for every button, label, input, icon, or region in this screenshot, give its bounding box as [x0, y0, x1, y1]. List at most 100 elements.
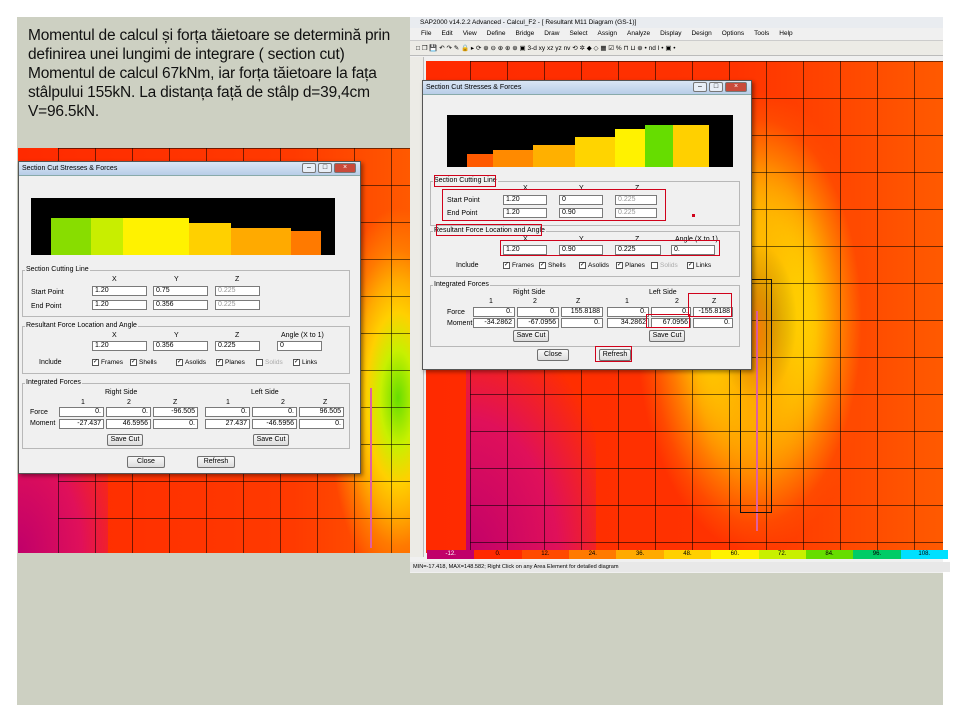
angle-label: Angle (X to 1) — [281, 332, 324, 339]
frames-checkbox[interactable]: ✓ Frames — [503, 262, 534, 269]
col-y-label: Y — [174, 276, 179, 283]
moment-left-1: 34.2862 — [607, 318, 649, 328]
start-y-field[interactable]: 0.75 — [153, 286, 208, 296]
section-cut-dialog-left: Section Cut Stresses & Forces – □ × Sectio… — [18, 161, 361, 474]
color-legend: -12. 0. 12. 24. 36. 48. 60. 72. 84. 96. 108. — [427, 550, 948, 559]
save-cut-right-button[interactable]: Save Cut — [107, 434, 143, 446]
menu-design[interactable]: Design — [686, 28, 716, 40]
menu-analyze[interactable]: Analyze — [622, 28, 655, 40]
moment-left-z: 0. — [693, 318, 733, 328]
caption-line-5: V=96.5kN. — [28, 103, 100, 120]
menu-assign[interactable]: Assign — [593, 28, 623, 40]
end-z-field: 0.225 — [215, 300, 260, 310]
menu-display[interactable]: Display — [655, 28, 686, 40]
sap-toolbar[interactable]: □ ❐ 💾 ↶ ↷ ✎ 🔒 ▸ ⟳ ⊕ ⊖ ⊕ ⊕ ⊕ ▣ 3-d xy xz … — [410, 40, 943, 56]
moment-left-2: -46.5956 — [252, 419, 297, 429]
refresh-button[interactable]: Refresh — [197, 456, 235, 468]
force-left-1: 0. — [205, 407, 250, 417]
menu-options[interactable]: Options — [717, 28, 749, 40]
maximize-icon[interactable]: □ — [709, 82, 723, 92]
shells-checkbox[interactable]: ✓ Shells — [130, 359, 157, 366]
minimize-icon[interactable]: – — [693, 82, 707, 92]
dialog-title-bar[interactable]: Section Cut Stresses & Forces – □ × — [19, 162, 360, 176]
slide-caption: Momentul de calcul și forța tăietoare se… — [28, 26, 403, 121]
highlight-resultant-title — [436, 224, 542, 236]
force-right-1: 0. — [59, 407, 104, 417]
legend-swatch: 48. — [663, 550, 712, 559]
moment-left-z: 0. — [299, 419, 344, 429]
angle-field[interactable]: 0 — [277, 341, 322, 351]
close-button[interactable]: Close — [127, 456, 165, 468]
legend-swatch: 12. — [521, 550, 570, 559]
close-icon[interactable]: × — [725, 82, 747, 92]
legend-swatch: 60. — [711, 550, 759, 559]
start-z-field: 0.225 — [215, 286, 260, 296]
frames-checkbox[interactable]: ✓ Frames — [92, 359, 123, 366]
section-preview — [447, 115, 733, 167]
menu-edit[interactable]: Edit — [436, 28, 457, 40]
asolids-checkbox[interactable]: ✓ Asolids — [579, 262, 609, 269]
solids-checkbox: Solids — [651, 262, 678, 269]
menu-help[interactable]: Help — [774, 28, 797, 40]
moment-left-1: 27.437 — [205, 419, 250, 429]
end-x-field[interactable]: 1.20 — [92, 300, 147, 310]
force-right-z: 155.8188 — [561, 307, 603, 317]
maximize-icon[interactable]: □ — [318, 163, 332, 173]
loc-y-field[interactable]: 0.356 — [153, 341, 208, 351]
section-preview — [31, 198, 335, 255]
menu-file[interactable]: File — [416, 28, 436, 40]
minimize-icon[interactable]: – — [302, 163, 316, 173]
legend-swatch: 72. — [758, 550, 806, 559]
status-bar: MIN=-17.418, MAX=148.582; Right Click on… — [410, 562, 950, 572]
shells-checkbox[interactable]: ✓ Shells — [539, 262, 566, 269]
moment-right-z: 0. — [153, 419, 198, 429]
asolids-checkbox[interactable]: ✓ Asolids — [176, 359, 206, 366]
planes-checkbox[interactable]: ✓ Planes — [616, 262, 645, 269]
menu-define[interactable]: Define — [482, 28, 511, 40]
moment-right-1: -34.2862 — [473, 318, 515, 328]
links-checkbox[interactable]: ✓ Links — [687, 262, 711, 269]
close-button[interactable]: Close — [537, 349, 569, 361]
links-checkbox[interactable]: ✓ Links — [293, 359, 317, 366]
moment-label: Moment — [30, 420, 56, 427]
highlight-moment-67 — [646, 314, 690, 328]
save-cut-left-button[interactable]: Save Cut — [253, 434, 289, 446]
planes-checkbox[interactable]: ✓ Planes — [216, 359, 245, 366]
left-side-label: Left Side — [251, 389, 279, 396]
save-cut-right-button[interactable]: Save Cut — [513, 330, 549, 342]
right-side-label: Right Side — [105, 389, 138, 396]
loc-z-field[interactable]: 0.225 — [215, 341, 260, 351]
legend-swatch: 24. — [569, 550, 617, 559]
caption-line-4: stâlpului 155kN. La distanța față de stâ… — [28, 84, 370, 101]
highlight-resultant-location — [500, 240, 720, 256]
force-left-2: 0. — [252, 407, 297, 417]
force-label: Force — [30, 409, 48, 416]
menu-bridge[interactable]: Bridge — [510, 28, 539, 40]
legend-swatch: 36. — [616, 550, 664, 559]
loc-x-field[interactable]: 1.20 — [92, 341, 147, 351]
red-marker-dot — [692, 214, 695, 217]
solids-checkbox: Solids — [256, 359, 283, 366]
legend-swatch: 108. — [900, 550, 948, 559]
legend-swatch: 84. — [805, 550, 854, 559]
col-x-label: X — [112, 276, 117, 283]
force-right-1: 0. — [473, 307, 515, 317]
menu-view[interactable]: View — [458, 28, 482, 40]
caption-line-1: Momentul de calcul și forța tăietoare se… — [28, 27, 391, 44]
dialog-title-bar[interactable]: Section Cut Stresses & Forces – □ × — [423, 81, 751, 95]
end-y-field[interactable]: 0.356 — [153, 300, 208, 310]
highlight-cutting-coordinates — [442, 189, 666, 221]
menu-tools[interactable]: Tools — [749, 28, 774, 40]
force-left-1: 0. — [607, 307, 649, 317]
col-x-label: X — [112, 332, 117, 339]
start-x-field[interactable]: 1.20 — [92, 286, 147, 296]
close-icon[interactable]: × — [334, 163, 356, 173]
save-cut-left-button[interactable]: Save Cut — [649, 330, 685, 342]
menu-draw[interactable]: Draw — [539, 28, 564, 40]
highlight-force-z — [688, 293, 732, 317]
moment-right-2: -67.0956 — [517, 318, 559, 328]
menu-select[interactable]: Select — [564, 28, 592, 40]
legend-swatch: 0. — [474, 550, 522, 559]
legend-swatch: 96. — [853, 550, 901, 559]
highlight-section-cutting-line-title — [434, 175, 496, 187]
